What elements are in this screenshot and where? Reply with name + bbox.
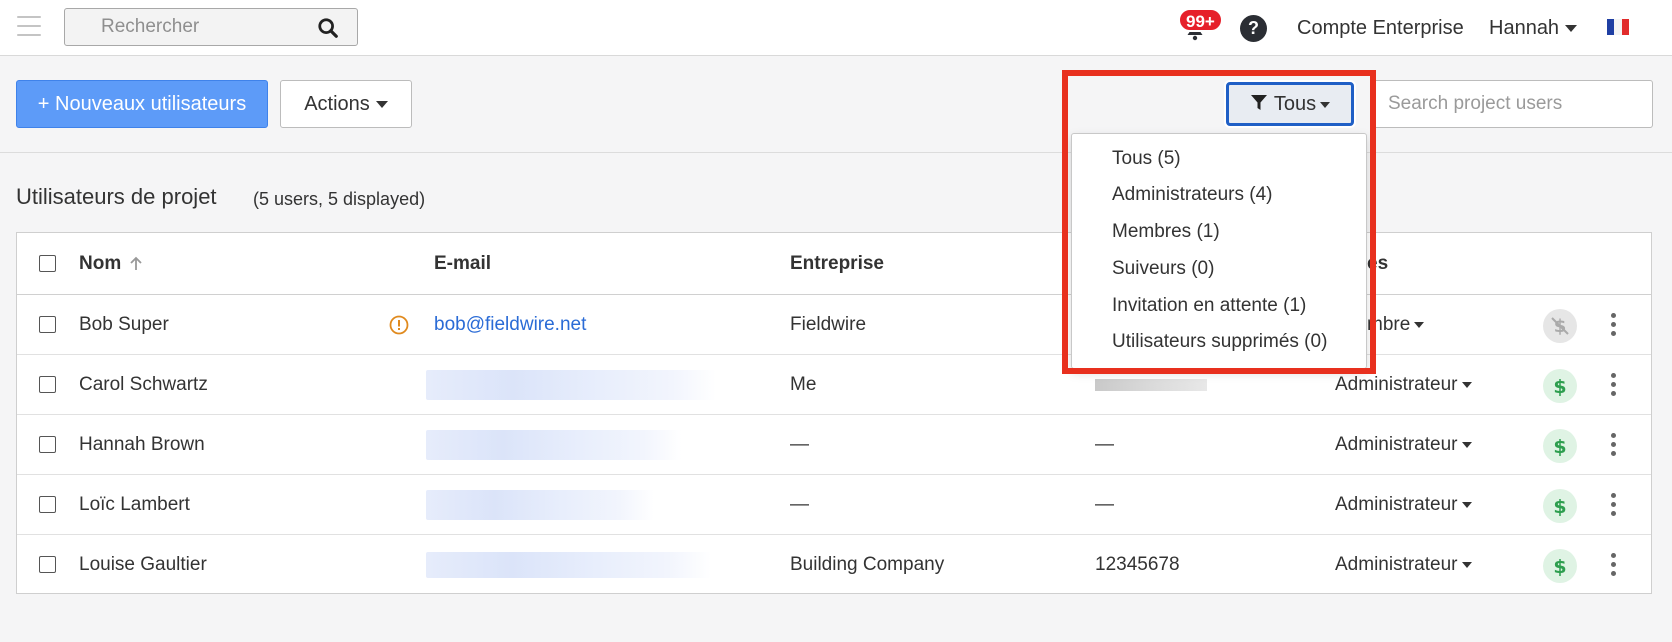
column-header-role[interactable]: es (1367, 233, 1388, 294)
select-all-checkbox[interactable] (39, 255, 56, 272)
redacted-email (426, 370, 716, 400)
chevron-down-icon (375, 101, 388, 109)
filter-option-members[interactable]: Membres (1) (1112, 221, 1220, 243)
new-users-button[interactable]: + Nouveaux utilisateurs (16, 80, 268, 128)
row-checkbox[interactable] (39, 496, 56, 513)
billing-active-icon[interactable]: $ (1543, 429, 1577, 463)
user-name: Louise Gaultier (79, 554, 207, 575)
redacted-email (426, 430, 682, 460)
user-company: Me (790, 373, 817, 395)
search-icon[interactable] (317, 17, 339, 39)
user-company: Fieldwire (790, 313, 867, 335)
billing-inactive-icon[interactable]: $ (1543, 309, 1577, 343)
global-search[interactable] (64, 8, 358, 46)
role-label: Administrateur (1335, 554, 1458, 575)
svg-text:$: $ (1553, 496, 1566, 517)
filter-option-all[interactable]: Tous (5) (1112, 148, 1181, 170)
hamburger-icon[interactable] (17, 16, 41, 36)
table-header-row: Nom E-mail Entreprise es (17, 233, 1651, 295)
actions-label: Actions (304, 93, 370, 115)
row-checkbox[interactable] (39, 316, 56, 333)
more-options-icon[interactable] (1611, 313, 1617, 337)
table-row[interactable]: Bob Super bob@fieldwire.net Fieldwire mb… (17, 295, 1651, 355)
svg-text:$: $ (1553, 556, 1566, 577)
role-select[interactable]: Administrateur (1335, 415, 1472, 474)
actions-dropdown-button[interactable]: Actions (280, 80, 412, 128)
warning-icon (389, 315, 409, 335)
enterprise-account-link[interactable]: Compte Enterprise (1297, 17, 1464, 40)
role-select[interactable]: Administrateur (1335, 475, 1472, 534)
notification-badge: 99+ (1178, 8, 1223, 32)
row-checkbox[interactable] (39, 376, 56, 393)
role-label: Administrateur (1335, 493, 1458, 515)
user-name: Loïc Lambert (79, 493, 190, 515)
chevron-down-icon (1461, 562, 1472, 568)
filter-icon (1250, 95, 1267, 111)
filter-option-followers[interactable]: Suiveurs (0) (1112, 258, 1214, 280)
user-email-link[interactable]: bob@fieldwire.net (434, 295, 586, 354)
chevron-down-icon (1461, 381, 1472, 388)
project-users-search-input[interactable] (1371, 81, 1652, 127)
chevron-down-icon (1461, 441, 1472, 448)
user-menu[interactable]: Hannah (1489, 17, 1578, 40)
column-header-name-label: Nom (79, 252, 122, 274)
user-company: — (790, 493, 809, 515)
svg-text:$: $ (1553, 436, 1566, 457)
filter-option-admins[interactable]: Administrateurs (4) (1112, 184, 1273, 206)
filter-option-pending-invitation[interactable]: Invitation en attente (1) (1112, 295, 1306, 317)
redacted-email (426, 552, 711, 578)
filter-dropdown-button[interactable]: Tous (1226, 82, 1354, 126)
user-phone: — (1095, 433, 1114, 455)
user-company: — (790, 433, 809, 455)
chevron-down-icon (1414, 321, 1425, 328)
user-phone: — (1095, 493, 1114, 515)
user-name: Hannah (1489, 17, 1560, 39)
table-row[interactable]: Hannah Brown — — Administrateur $ (17, 415, 1651, 475)
column-header-email[interactable]: E-mail (434, 233, 491, 294)
billing-active-icon[interactable]: $ (1543, 489, 1577, 523)
billing-active-icon[interactable]: $ (1543, 549, 1577, 583)
sort-ascending-icon[interactable] (127, 255, 145, 273)
chevron-down-icon (1320, 101, 1331, 108)
row-checkbox[interactable] (39, 556, 56, 573)
user-phone: 12345678 (1095, 554, 1180, 575)
billing-active-icon[interactable]: $ (1543, 369, 1577, 403)
redacted-phone (1095, 379, 1207, 391)
column-header-name[interactable]: Nom (79, 233, 145, 294)
role-select[interactable]: Administrateur (1335, 535, 1472, 595)
svg-text:$: $ (1553, 376, 1566, 397)
filter-option-deleted-users[interactable]: Utilisateurs supprimés (0) (1112, 331, 1327, 353)
table-row[interactable]: Carol Schwartz Me Administrateur $ (17, 355, 1651, 415)
user-name: Hannah Brown (79, 433, 205, 455)
chevron-down-icon (1461, 501, 1472, 508)
user-company: Building Company (790, 554, 945, 575)
user-name: Bob Super (79, 313, 169, 335)
more-options-icon[interactable] (1611, 493, 1617, 517)
help-icon[interactable]: ? (1240, 15, 1267, 42)
toolbar-divider (0, 152, 1672, 153)
user-name: Carol Schwartz (79, 373, 208, 395)
filter-dropdown-menu: Tous (5) Administrateurs (4) Membres (1)… (1071, 133, 1367, 369)
user-count: (5 users, 5 displayed) (253, 189, 426, 209)
flag-fr-icon[interactable] (1607, 19, 1629, 35)
filter-label: Tous (1273, 93, 1317, 115)
project-users-search[interactable] (1370, 80, 1653, 128)
more-options-icon[interactable] (1611, 373, 1617, 397)
users-table: Nom E-mail Entreprise es Bob Super bob@f… (16, 232, 1652, 594)
role-label: Administrateur (1335, 433, 1458, 455)
more-options-icon[interactable] (1611, 433, 1617, 457)
table-row[interactable]: Loïc Lambert — — Administrateur $ (17, 475, 1651, 535)
role-label: Administrateur (1335, 373, 1458, 395)
role-select[interactable]: mbre (1367, 295, 1425, 354)
chevron-down-icon (1565, 25, 1578, 33)
column-header-company[interactable]: Entreprise (790, 233, 884, 294)
global-search-input[interactable] (65, 9, 315, 45)
redacted-email (426, 490, 654, 520)
more-options-icon[interactable] (1611, 553, 1617, 577)
table-row[interactable]: Louise Gaultier Building Company 1234567… (17, 535, 1651, 595)
top-navigation-bar: 99+ ? Compte Enterprise Hannah (0, 0, 1672, 56)
row-checkbox[interactable] (39, 436, 56, 453)
page-title: Utilisateurs de projet (16, 184, 217, 209)
role-label: mbre (1367, 313, 1411, 335)
